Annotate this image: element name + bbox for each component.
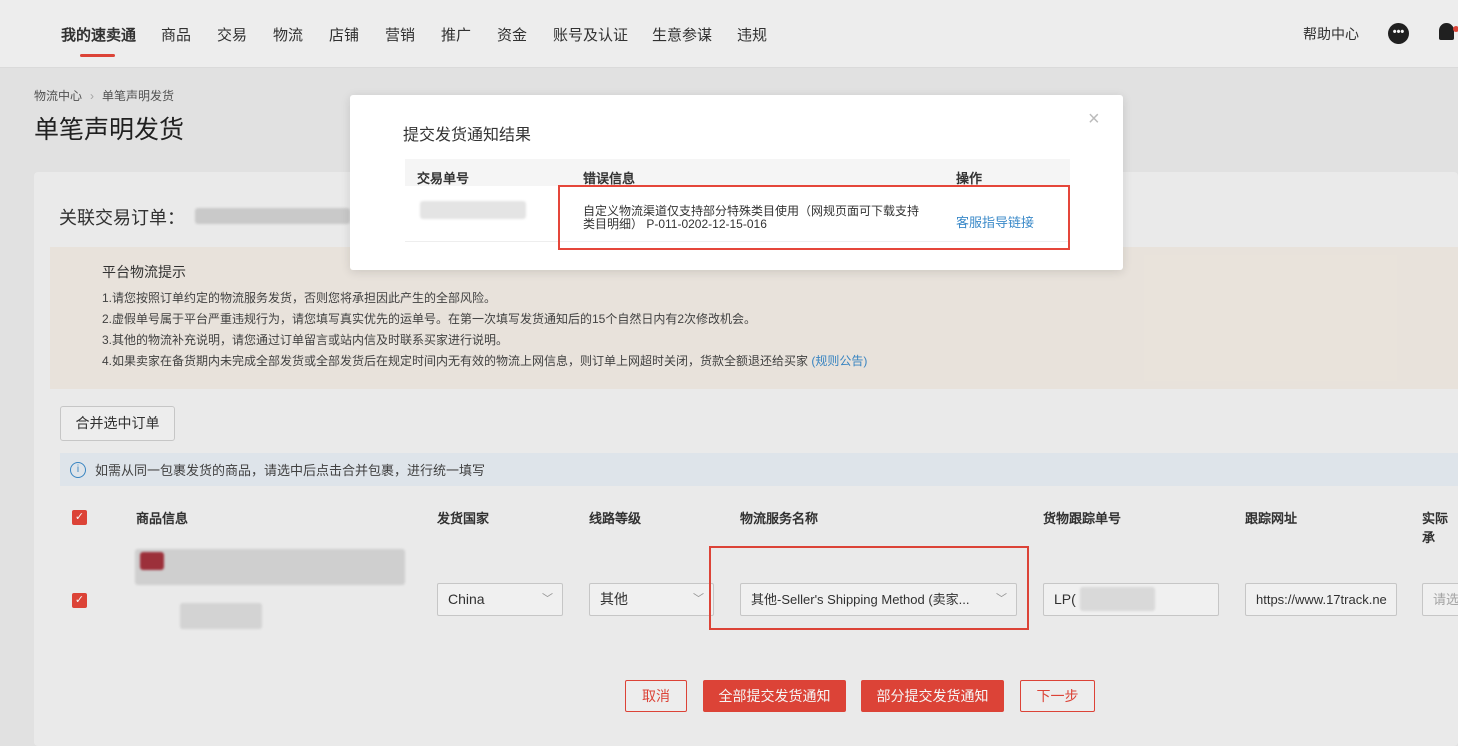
modal-title: 提交发货通知结果 bbox=[403, 127, 532, 144]
redacted-trade-number bbox=[420, 201, 526, 219]
close-icon[interactable]: × bbox=[1088, 108, 1100, 131]
modal-col-order-no: 交易单号 bbox=[417, 171, 470, 186]
highlight-error-box bbox=[558, 185, 1070, 250]
submit-result-modal: 提交发货通知结果 × 交易单号 错误信息 操作 自定义物流渠道仅支持部分特殊类目… bbox=[350, 95, 1123, 270]
